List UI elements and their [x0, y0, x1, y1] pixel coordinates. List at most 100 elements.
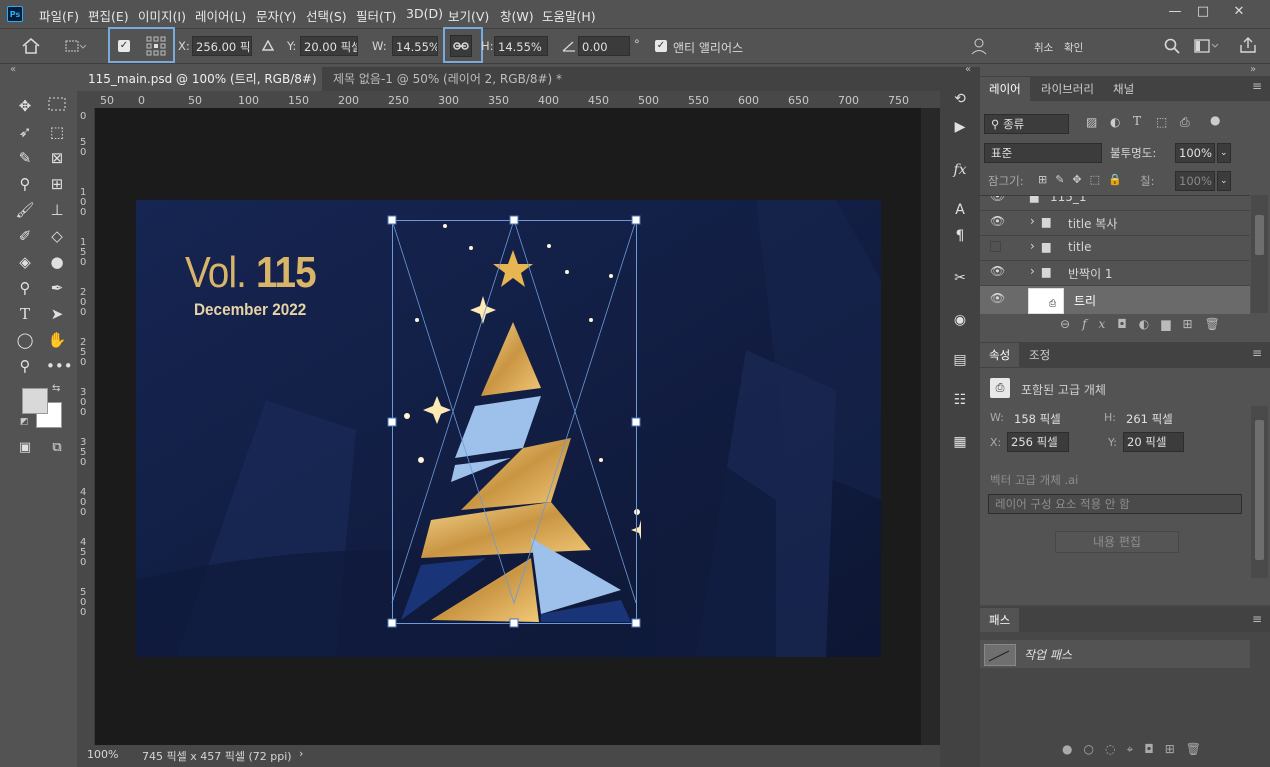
blend-mode-dropdown[interactable]: 표준	[984, 143, 1102, 163]
collapse-strip-icon[interactable]: «	[965, 64, 971, 75]
path-selection-tool-icon[interactable]: ➤	[46, 303, 68, 325]
free-transform-bounding-box[interactable]	[136, 200, 881, 657]
menu-type[interactable]: 문자(Y)	[256, 6, 296, 25]
antialias-checkbox[interactable]: ✓	[655, 40, 667, 52]
zoom-tool-icon[interactable]: ⚲	[14, 355, 36, 377]
prop-y-field[interactable]: 20 픽셀	[1123, 432, 1184, 452]
menu-image[interactable]: 이미지(I)	[138, 6, 186, 25]
delta-icon[interactable]	[262, 40, 274, 51]
reference-point-checkbox[interactable]: ✓	[118, 40, 130, 52]
workspace-icon[interactable]	[1194, 39, 1220, 53]
make-path-icon[interactable]: ⌖	[1126, 742, 1144, 756]
filter-smart-object-icon[interactable]: ⎙	[1180, 115, 1190, 130]
paint-bucket-tool-icon[interactable]: ◈	[14, 251, 36, 273]
filter-type-icon[interactable]: T	[1133, 114, 1141, 128]
quick-mask-icon[interactable]: ▣	[14, 437, 36, 459]
menu-edit[interactable]: 편집(E)	[88, 6, 129, 25]
character-panel-icon[interactable]: A	[950, 200, 970, 220]
canvas-artwork[interactable]: Vol. 115 December 2022	[136, 200, 881, 657]
styles-panel-icon[interactable]: fx	[950, 160, 970, 180]
hand-tool-icon[interactable]: ✋	[46, 329, 68, 351]
home-icon[interactable]	[22, 38, 40, 54]
search-icon[interactable]	[1164, 38, 1180, 54]
fill-dropdown-icon[interactable]: ⌄	[1217, 171, 1231, 191]
pen-tool-icon[interactable]: ✒	[46, 277, 68, 299]
add-mask-icon[interactable]: ◘	[1144, 742, 1165, 756]
paragraph-panel-icon[interactable]: ¶	[950, 226, 970, 246]
lock-icons[interactable]: ⊞✎✥⬚🔒	[1038, 173, 1130, 186]
adjustments-panel-icon[interactable]: ☷	[950, 390, 970, 410]
history-brush-tool-icon[interactable]: ✐	[14, 225, 36, 247]
move-tool-icon[interactable]: ✥	[14, 95, 36, 117]
menu-select[interactable]: 선택(S)	[306, 6, 347, 25]
panel-menu-icon[interactable]: ≡	[1252, 346, 1262, 360]
layer-filter-dropdown[interactable]: ⚲ 종류	[984, 114, 1069, 134]
visibility-eye-icon[interactable]: 👁	[990, 196, 1005, 203]
cancel-transform-button[interactable]: 취소	[1034, 40, 1053, 55]
rotation-field[interactable]: 0.00	[578, 36, 630, 56]
fill-path-icon[interactable]: ●	[1062, 742, 1083, 756]
delete-layer-icon[interactable]: 🗑	[1205, 317, 1232, 331]
menu-window[interactable]: 창(W)	[500, 6, 534, 25]
default-colors-icon[interactable]: ◩	[20, 417, 29, 427]
close-button[interactable]: ✕	[1226, 2, 1252, 22]
y-position-field[interactable]: 20.00 픽셀	[300, 36, 358, 56]
stamp-tool-icon[interactable]: ⊥	[46, 199, 68, 221]
more-tools-icon[interactable]: •••	[46, 355, 73, 377]
eraser-tool-icon[interactable]: ◇	[46, 225, 68, 247]
delete-path-icon[interactable]: 🗑	[1186, 742, 1212, 756]
eyedropper-tool-icon[interactable]: ⚲	[14, 173, 36, 195]
maximize-button[interactable]: □	[1190, 2, 1216, 22]
new-layer-icon[interactable]: ⊞	[1183, 317, 1205, 331]
link-layers-icon[interactable]: ⊖	[1060, 317, 1082, 331]
share-icon[interactable]	[1239, 37, 1257, 54]
filter-toggle-icon[interactable]: ●	[1210, 113, 1220, 127]
visibility-eye-icon[interactable]: 👁	[990, 291, 1005, 305]
history-panel-icon[interactable]: ⟲	[950, 89, 970, 109]
scrollbar-thumb[interactable]	[1255, 215, 1264, 255]
path-row[interactable]: 작업 패스	[980, 640, 1250, 668]
layer-row-selected[interactable]: 👁 ⎙ 트리	[980, 286, 1250, 314]
menu-help[interactable]: 도움말(H)	[542, 6, 596, 25]
filter-pixel-icon[interactable]: ▨	[1086, 115, 1097, 129]
dodge-tool-icon[interactable]: ⚲	[14, 277, 36, 299]
ellipse-tool-icon[interactable]: ◯	[14, 329, 36, 351]
gradients-panel-icon[interactable]: ▤	[950, 350, 970, 370]
menu-view[interactable]: 보기(V)	[448, 6, 489, 25]
tab-paths[interactable]: 패스	[980, 608, 1020, 632]
visibility-eye-icon[interactable]: 👁	[990, 264, 1005, 278]
stroke-path-icon[interactable]: ○	[1083, 742, 1104, 756]
visibility-eye-icon[interactable]: 👁	[990, 214, 1005, 228]
fx-icon[interactable]: fx	[1082, 317, 1117, 331]
color-panel-icon[interactable]: ◉	[950, 310, 970, 330]
new-path-icon[interactable]: ⊞	[1165, 742, 1186, 756]
tab-properties[interactable]: 속성	[980, 343, 1020, 367]
expand-chevron-icon[interactable]: ›	[1030, 264, 1035, 278]
brush-tool-icon[interactable]: 🖌	[14, 199, 36, 221]
tab-layers[interactable]: 레이어	[980, 77, 1030, 101]
panel-menu-icon[interactable]: ≡	[1252, 79, 1262, 93]
tab-untitled[interactable]: 제목 없음-1 @ 50% (레이어 2, RGB/8#) * ✕	[322, 67, 567, 110]
minimize-button[interactable]: —	[1162, 2, 1188, 22]
prop-width-value[interactable]: 158 픽셀	[1014, 411, 1061, 427]
lasso-tool-icon[interactable]: ➶	[14, 121, 36, 143]
status-menu-arrow[interactable]: ›	[299, 747, 303, 760]
fill-field[interactable]: 100%	[1175, 171, 1215, 191]
menu-filter[interactable]: 필터(T)	[356, 6, 396, 25]
filter-adjustment-icon[interactable]: ◐	[1110, 115, 1120, 129]
prop-x-field[interactable]: 256 픽셀	[1007, 432, 1069, 452]
panel-menu-icon[interactable]: ≡	[1252, 612, 1262, 626]
tab-libraries[interactable]: 라이브러리	[1032, 77, 1103, 101]
collapse-panels-icon[interactable]: »	[1250, 64, 1256, 75]
commit-transform-button[interactable]: 확인	[1064, 40, 1083, 55]
tab-adjustments[interactable]: 조정	[1020, 343, 1059, 367]
marquee-tool-icon[interactable]	[46, 95, 68, 117]
adjustment-layer-icon[interactable]: ◐	[1139, 317, 1161, 331]
type-tool-icon[interactable]: T	[14, 303, 36, 325]
tab-channels[interactable]: 채널	[1104, 77, 1143, 101]
visibility-off-box[interactable]	[990, 241, 1001, 252]
layer-row[interactable]: 👁 › ▆ 반짝이 1	[980, 261, 1250, 286]
prop-height-value[interactable]: 261 픽셀	[1126, 411, 1173, 427]
filter-shape-icon[interactable]: ⬚	[1156, 115, 1167, 129]
collapse-toolbar-icon[interactable]: «	[10, 64, 16, 75]
